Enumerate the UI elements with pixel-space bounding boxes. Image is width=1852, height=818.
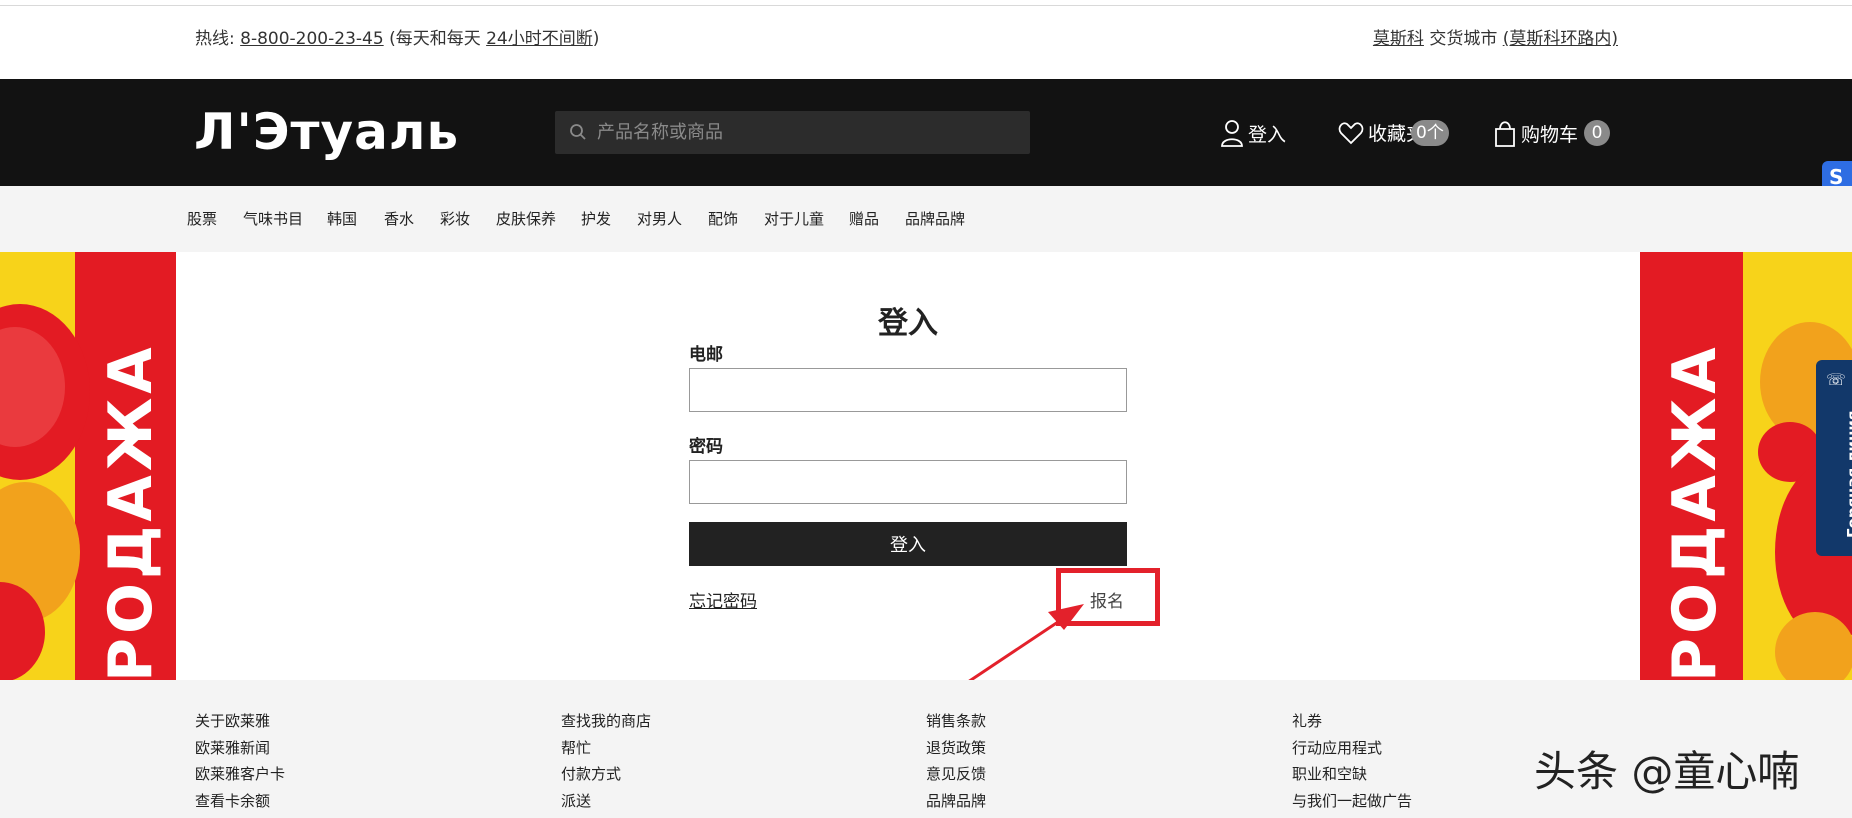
category-item[interactable]: 品牌品牌 — [905, 208, 965, 229]
footer-link[interactable]: 欧莱雅客户卡 — [195, 761, 285, 788]
balloon-graphics — [0, 304, 90, 680]
favorites-link[interactable]: 收藏夹0个 — [1338, 119, 1449, 146]
hotline-side-tab[interactable]: ☏ Горячая линия — [1816, 360, 1852, 556]
category-item[interactable]: 护发 — [581, 208, 611, 229]
hotline-tab-label: Горячая линия — [1844, 410, 1852, 538]
password-field[interactable] — [689, 460, 1127, 504]
footer-link[interactable]: 欧莱雅新闻 — [195, 735, 285, 762]
footer-link[interactable]: 查找我的商店 — [561, 708, 651, 735]
footer-link[interactable]: 派送 — [561, 788, 651, 815]
site-logo[interactable]: Л'Этуаль — [194, 101, 514, 161]
login-submit-button[interactable]: 登入 — [689, 522, 1127, 566]
heart-icon — [1338, 121, 1364, 144]
category-item[interactable]: 赠品 — [849, 208, 879, 229]
city-link[interactable]: 莫斯科 — [1373, 29, 1424, 49]
footer-link[interactable]: 销售条款 — [926, 708, 986, 735]
hotline-hours-prefix: (每天和每天 — [389, 29, 481, 49]
footer-link[interactable]: 查看卡余额 — [195, 788, 285, 815]
email-label: 电邮 — [689, 345, 723, 365]
category-item[interactable]: 对于儿童 — [764, 208, 824, 229]
footer-link[interactable]: 行动应用程式 — [1292, 735, 1412, 762]
search-input[interactable] — [595, 117, 1015, 147]
footer-link[interactable]: 品牌品牌 — [926, 788, 986, 815]
logo-text: Л'Этуаль — [194, 103, 460, 161]
favorites-count-badge: 0个 — [1411, 119, 1449, 146]
hotline-hours: 24小时不间断 — [486, 29, 593, 49]
forgot-password-link[interactable]: 忘记密码 — [689, 587, 757, 612]
footer-link[interactable]: 退货政策 — [926, 735, 986, 762]
hotline-label: 热线: — [195, 29, 235, 49]
category-item[interactable]: 皮肤保养 — [496, 208, 556, 229]
register-link[interactable]: 报名 — [1090, 587, 1124, 612]
delivery-label: 交货城市 — [1429, 29, 1498, 49]
footer-link[interactable]: 帮忙 — [561, 735, 651, 762]
category-nav: 股票 气味书目 韩国 香水 彩妆 皮肤保养 护发 对男人 配饰 对于儿童 赠品 … — [0, 186, 1852, 252]
category-item[interactable]: 配饰 — [708, 208, 738, 229]
page-title: 登入 — [878, 306, 938, 341]
email-field[interactable] — [689, 368, 1127, 412]
category-item[interactable]: 气味书目 — [243, 208, 303, 229]
footer-link[interactable]: 关于欧莱雅 — [195, 708, 285, 735]
footer-link[interactable]: 与我们一起做广告 — [1292, 788, 1412, 815]
password-label: 密码 — [689, 437, 723, 457]
category-item[interactable]: 对男人 — [637, 208, 682, 229]
watermark: 头条 @童心喃 — [1534, 747, 1800, 796]
search-bar[interactable] — [555, 111, 1030, 154]
banner-sale-text: РОДАЖА — [96, 343, 166, 680]
login-label: 登入 — [1248, 123, 1287, 146]
site-header: Л'Этуаль 登入 收藏夹0个 购物车 0 S — [0, 79, 1852, 195]
login-link[interactable]: 登入 — [1220, 119, 1286, 147]
category-item[interactable]: 彩妆 — [440, 208, 470, 229]
search-icon — [570, 124, 586, 140]
banner-sale-text: РОДАЖА — [1660, 343, 1730, 680]
phone-icon: ☏ — [1826, 370, 1847, 389]
footer-column: 关于欧莱雅 欧莱雅新闻 欧莱雅客户卡 查看卡余额 — [195, 708, 285, 814]
footer-column: 销售条款 退货政策 意见反馈 品牌品牌 — [926, 708, 986, 814]
user-icon — [1221, 120, 1243, 147]
sale-banner-left: РОДАЖА — [0, 252, 176, 680]
footer-link[interactable]: 付款方式 — [561, 761, 651, 788]
footer-column: 查找我的商店 帮忙 付款方式 派送 — [561, 708, 651, 814]
footer-link[interactable]: 职业和空缺 — [1292, 761, 1412, 788]
hotline-info: 热线: 8-800-200-23-45 (每天和每天 24小时不间断) — [195, 24, 599, 49]
hotline-number-link[interactable]: 8-800-200-23-45 — [240, 29, 384, 49]
top-info-bar: 热线: 8-800-200-23-45 (每天和每天 24小时不间断) 莫斯科 … — [0, 6, 1852, 79]
category-item[interactable]: 香水 — [384, 208, 414, 229]
category-item[interactable]: 韩国 — [327, 208, 357, 229]
footer-link[interactable]: 礼券 — [1292, 708, 1412, 735]
footer-column: 礼券 行动应用程式 职业和空缺 与我们一起做广告 — [1292, 708, 1412, 814]
footer-link[interactable]: 意见反馈 — [926, 761, 986, 788]
cart-link[interactable]: 购物车 0 — [1493, 119, 1611, 147]
delivery-city: 莫斯科 交货城市 (莫斯科环路内) — [1373, 24, 1618, 49]
delivery-region-link[interactable]: (莫斯科环路内) — [1503, 29, 1618, 49]
shopping-bag-icon — [1495, 121, 1515, 147]
cart-label: 购物车 — [1521, 123, 1579, 146]
login-section: 登入 电邮 密码 登入 忘记密码 报名 — [176, 252, 1640, 680]
category-item[interactable]: 股票 — [187, 208, 217, 229]
cart-count-badge: 0 — [1584, 120, 1611, 146]
site-footer: 关于欧莱雅 欧莱雅新闻 欧莱雅客户卡 查看卡余额 查找我的商店 帮忙 付款方式 … — [0, 680, 1852, 818]
hotline-hours-suffix: ) — [592, 29, 600, 49]
